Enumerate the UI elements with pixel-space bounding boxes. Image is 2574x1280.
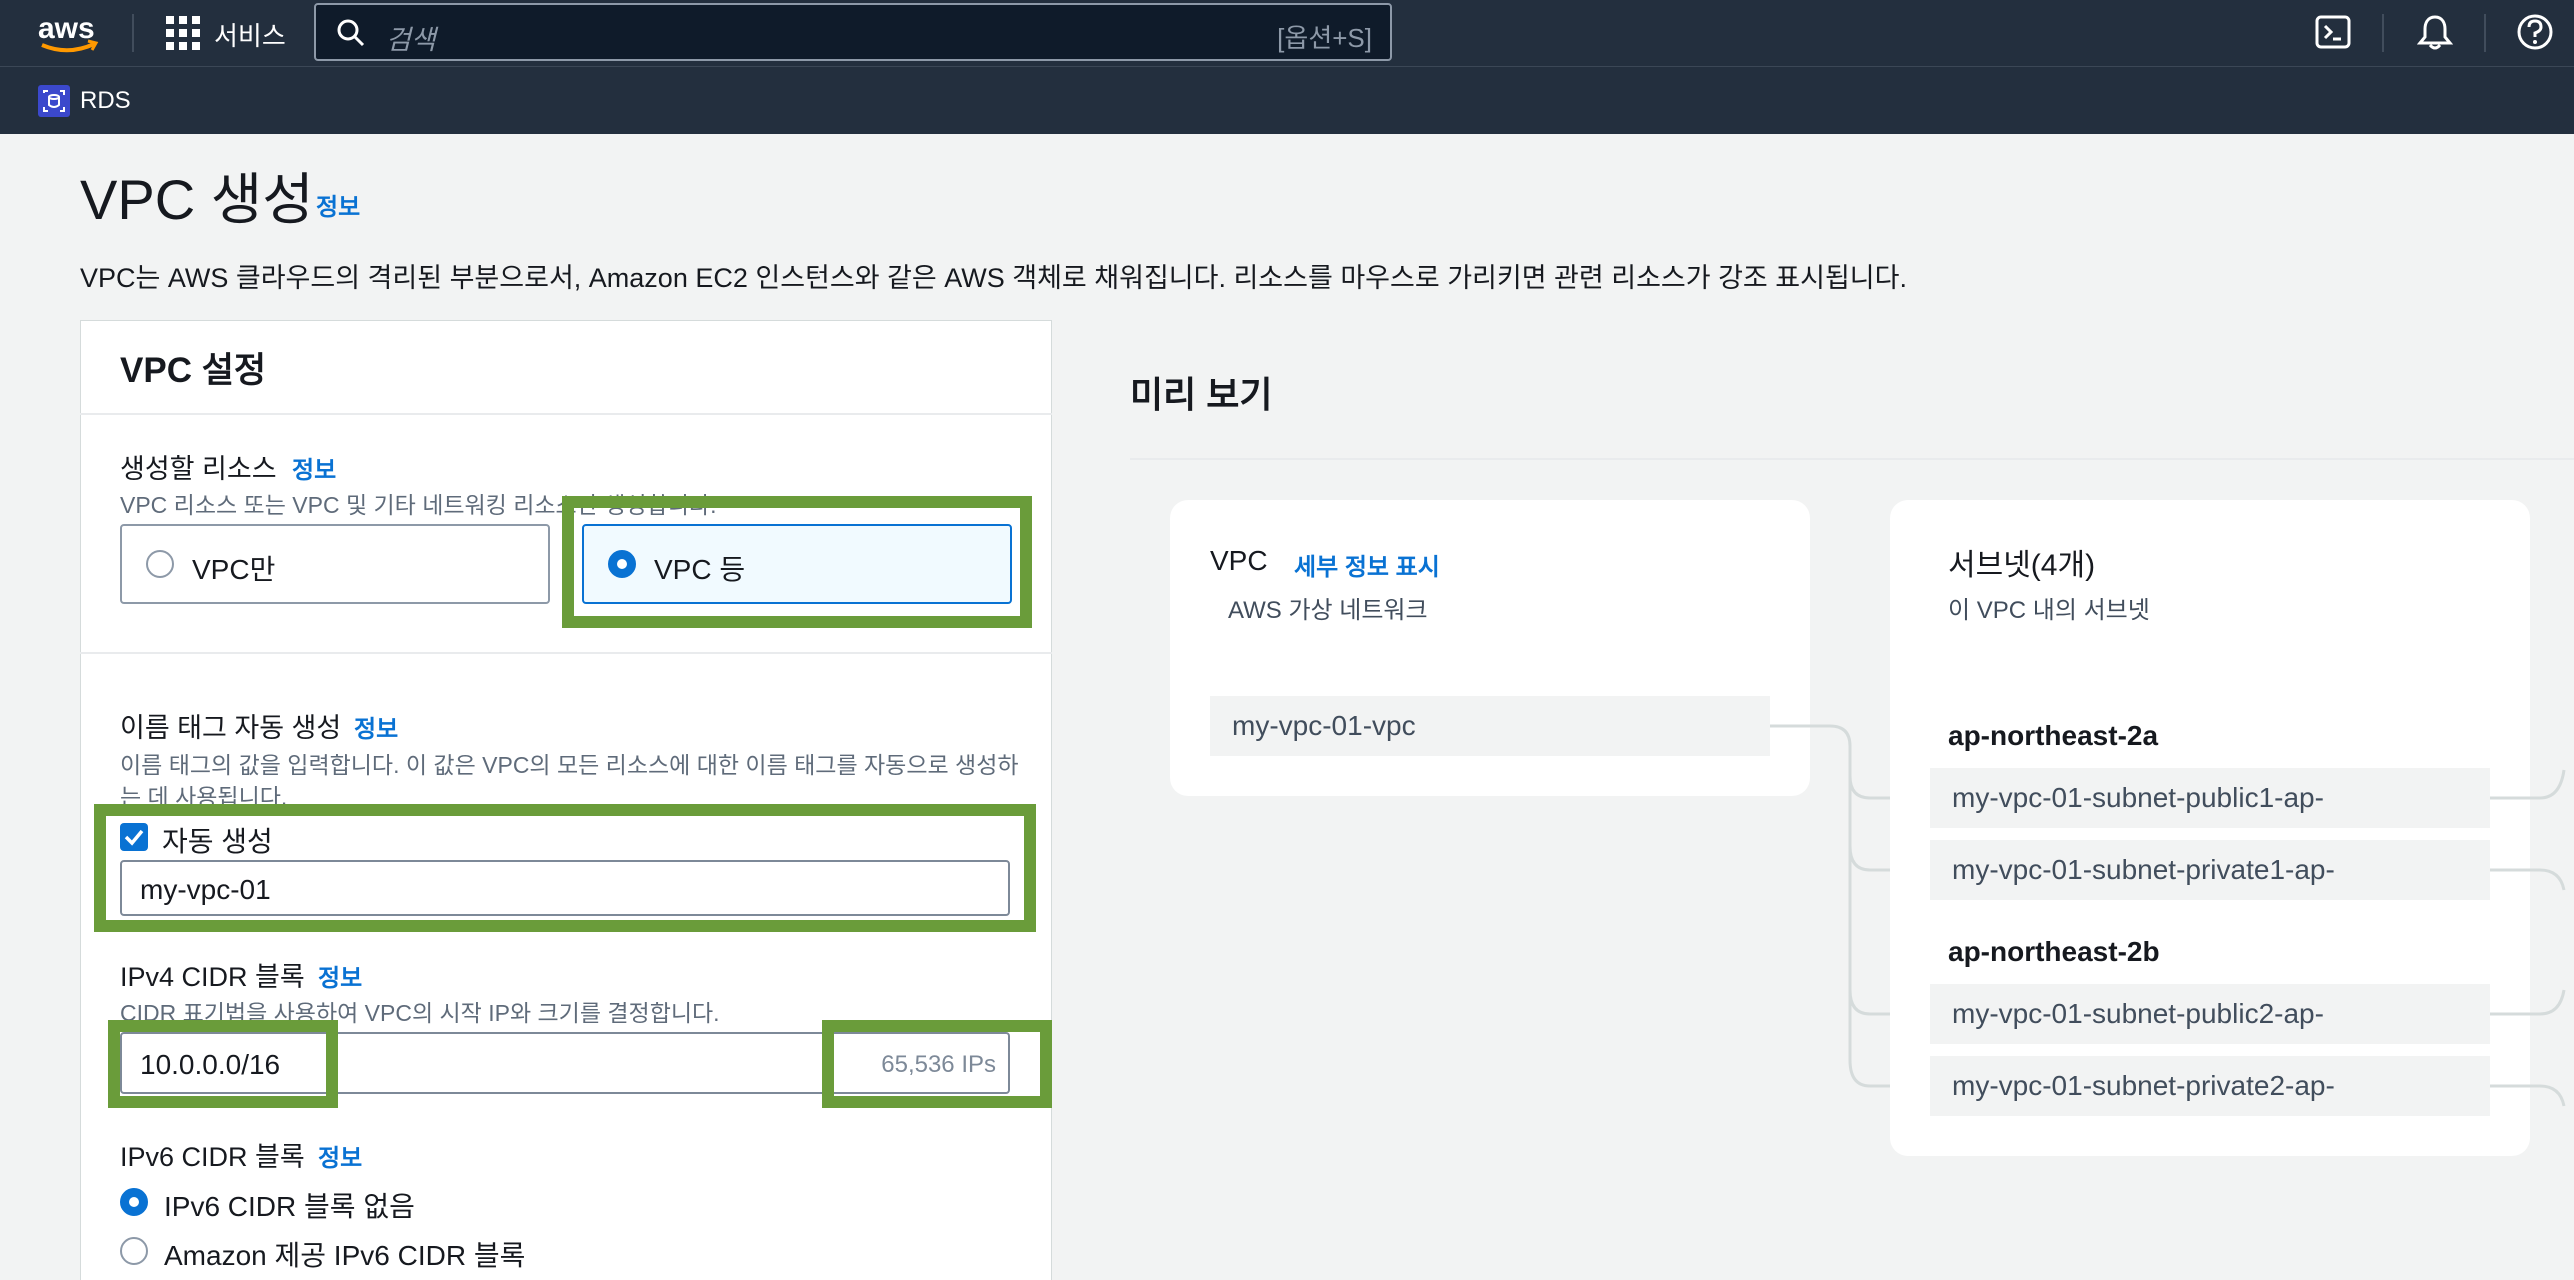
ipv6-none-radio[interactable] <box>120 1188 148 1216</box>
page-title: VPC 생성 <box>80 168 314 231</box>
ipv6-amazon-label: Amazon 제공 IPv6 CIDR 블록 <box>164 1240 526 1271</box>
divider <box>80 652 1052 654</box>
svg-text:aws: aws <box>38 12 95 45</box>
page-description: VPC는 AWS 클라우드의 격리된 부분으로서, Amazon EC2 인스턴… <box>80 263 1907 293</box>
search-input[interactable]: 검색 [옵션+S] <box>314 3 1392 61</box>
ipv6-info-link[interactable]: 정보 <box>318 1138 362 1173</box>
search-icon <box>337 19 365 47</box>
nav-divider <box>2484 14 2486 52</box>
cloudshell-icon[interactable] <box>2315 14 2351 50</box>
ipv4-info-link[interactable]: 정보 <box>318 958 362 993</box>
connector-lines-right <box>2490 769 2566 1107</box>
vpc-only-radio[interactable] <box>146 550 174 578</box>
search-shortcut: [옵션+S] <box>1277 23 1372 53</box>
rds-icon <box>38 85 70 117</box>
vpc-settings-heading: VPC 설정 <box>120 351 267 390</box>
preview-heading: 미리 보기 <box>1130 374 1273 415</box>
ipv4-cidr-label: IPv4 CIDR 블록 <box>120 962 305 992</box>
availability-zone-label: ap-northeast-2b <box>1948 936 2160 967</box>
subnet-pill[interactable]: my-vpc-01-subnet-private2-ap- <box>1930 1056 2490 1116</box>
subnet-pill[interactable]: my-vpc-01-subnet-public1-ap- <box>1930 768 2490 828</box>
ipv6-amazon-radio[interactable] <box>120 1237 148 1265</box>
nav-divider <box>132 14 134 52</box>
divider <box>80 413 1052 415</box>
service-bar: RDS <box>0 66 2574 134</box>
highlight-box <box>94 804 1036 932</box>
divider <box>1130 458 2574 460</box>
highlight-box <box>822 1020 1052 1108</box>
availability-zone-label: ap-northeast-2a <box>1948 720 2159 751</box>
vpc-only-label: VPC만 <box>192 554 276 585</box>
search-placeholder: 검색 <box>386 25 436 55</box>
resources-info-link[interactable]: 정보 <box>292 450 336 485</box>
grid-icon <box>166 16 200 50</box>
vpc-card-title: VPC <box>1210 545 1268 576</box>
highlight-box <box>108 1020 338 1108</box>
name-tag-info-link[interactable]: 정보 <box>354 709 398 744</box>
vpc-name-pill[interactable]: my-vpc-01-vpc <box>1210 696 1770 756</box>
highlight-box <box>562 496 1032 628</box>
subnet-card-title: 서브넷(4개) <box>1948 549 2096 582</box>
resources-label: 생성할 리소스 <box>120 454 277 484</box>
help-icon[interactable] <box>2516 13 2554 51</box>
subnet-card-subtitle: 이 VPC 내의 서브넷 <box>1948 597 2150 624</box>
vpc-card-subtitle: AWS 가상 네트워크 <box>1228 597 1428 624</box>
breadcrumb-service[interactable]: RDS <box>80 87 131 115</box>
services-label: 서비스 <box>214 21 286 51</box>
title-info-link[interactable]: 정보 <box>316 187 360 222</box>
ipv6-cidr-label: IPv6 CIDR 블록 <box>120 1142 305 1172</box>
ipv6-none-label: IPv6 CIDR 블록 없음 <box>164 1191 415 1222</box>
aws-logo[interactable]: aws <box>36 8 102 56</box>
show-details-link[interactable]: 세부 정보 표시 <box>1294 547 1440 582</box>
top-navigation: aws 서비스 검색 [옵션+S] <box>0 0 2574 66</box>
subnet-pill[interactable]: my-vpc-01-subnet-public2-ap- <box>1930 984 2490 1044</box>
name-tag-label: 이름 태그 자동 생성 <box>120 713 342 743</box>
vpc-only-option[interactable]: VPC만 <box>120 524 550 604</box>
name-tag-description-1: 이름 태그의 값을 입력합니다. 이 값은 VPC의 모든 리소스에 대한 이름… <box>120 752 1019 778</box>
nav-divider <box>2382 14 2384 52</box>
subnet-pill[interactable]: my-vpc-01-subnet-private1-ap- <box>1930 840 2490 900</box>
bell-icon[interactable] <box>2417 13 2453 51</box>
